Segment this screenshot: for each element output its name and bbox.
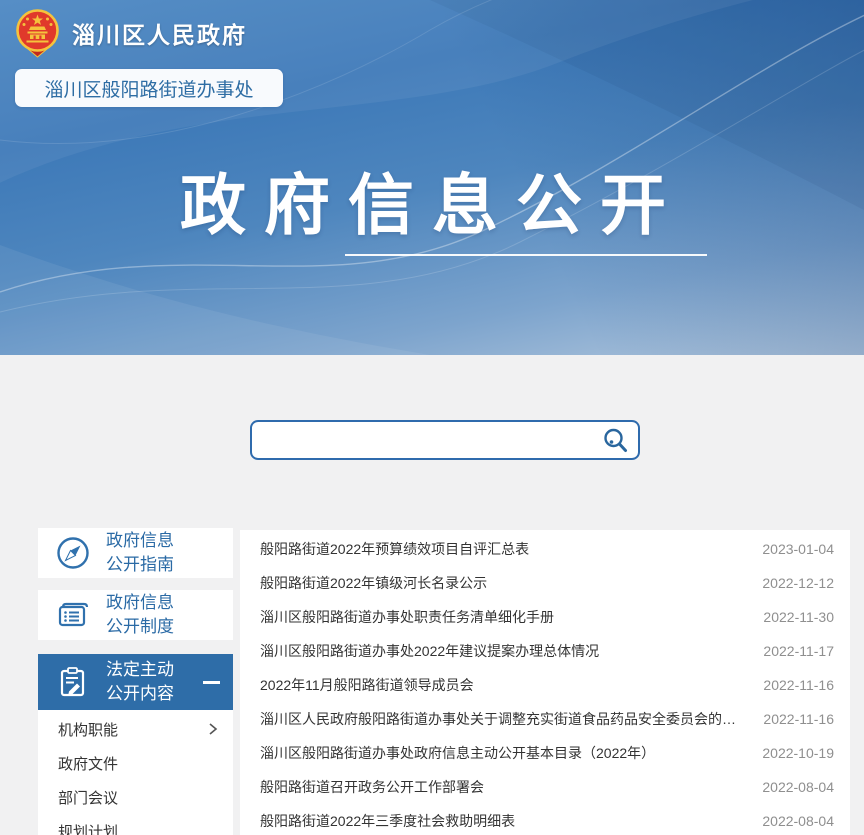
article-date: 2022-11-30 (763, 609, 834, 625)
sidebar-item-open-guide[interactable]: 政府信息 公开指南 (38, 528, 233, 578)
article-title: 般阳路街道召开政务公开工作部署会 (260, 777, 484, 797)
page-title: 政府信息公开 (0, 152, 864, 248)
article-date: 2023-01-04 (762, 541, 834, 557)
article-title: 般阳路街道2022年预算绩效项目自评汇总表 (260, 539, 529, 559)
sidebar: 政府信息 公开指南 政府信息 公开制度 (38, 528, 233, 835)
article-date: 2022-08-04 (762, 779, 834, 795)
list-item[interactable]: 般阳路街道2022年三季度社会救助明细表 2022-08-04 (240, 804, 850, 835)
submenu-item-org-functions[interactable]: 机构职能 (38, 712, 233, 746)
submenu-item-gov-documents[interactable]: 政府文件 (38, 746, 233, 780)
article-title: 淄川区般阳路街道办事处2022年建议提案办理总体情况 (260, 641, 599, 661)
title-underline (345, 254, 707, 256)
article-date: 2022-11-16 (763, 711, 834, 727)
clipboard-pen-icon (55, 664, 91, 700)
list-item[interactable]: 淄川区般阳路街道办事处政府信息主动公开基本目录（2022年） 2022-10-1… (240, 736, 850, 770)
article-title: 2022年11月般阳路街道领导成员会 (260, 675, 474, 695)
list-item[interactable]: 淄川区人民政府般阳路街道办事处关于调整充实街道食品药品安全委员会的通知 2022… (240, 702, 850, 736)
sidebar-gap (38, 640, 233, 654)
submenu-item-planning[interactable]: 规划计划 (38, 814, 233, 835)
office-button[interactable]: 淄川区般阳路街道办事处 (15, 69, 283, 107)
sidebar-item-label: 政府信息 公开指南 (106, 529, 174, 577)
article-title: 般阳路街道2022年三季度社会救助明细表 (260, 811, 515, 831)
article-date: 2022-12-12 (762, 575, 834, 591)
search-input[interactable] (252, 422, 592, 458)
search-icon (601, 426, 629, 454)
book-icon (55, 597, 91, 633)
list-item[interactable]: 淄川区般阳路街道办事处2022年建议提案办理总体情况 2022-11-17 (240, 634, 850, 668)
compass-icon (55, 535, 91, 571)
sidebar-item-open-system[interactable]: 政府信息 公开制度 (38, 590, 233, 640)
list-item[interactable]: 般阳路街道召开政务公开工作部署会 2022-08-04 (240, 770, 850, 804)
article-date: 2022-10-19 (762, 745, 834, 761)
article-date: 2022-08-04 (762, 813, 834, 829)
site-name: 淄川区人民政府 (72, 16, 247, 50)
article-title: 淄川区般阳路街道办事处政府信息主动公开基本目录（2022年） (260, 743, 655, 763)
article-title: 淄川区人民政府般阳路街道办事处关于调整充实街道食品药品安全委员会的通知 (260, 709, 749, 729)
list-item[interactable]: 淄川区般阳路街道办事处职责任务清单细化手册 2022-11-30 (240, 600, 850, 634)
article-title: 淄川区般阳路街道办事处职责任务清单细化手册 (260, 607, 554, 627)
sidebar-gap (38, 578, 233, 590)
office-button-label: 淄川区般阳路街道办事处 (44, 75, 253, 102)
collapse-minus-icon[interactable] (203, 681, 220, 684)
search-bar (250, 420, 640, 460)
sidebar-item-label: 法定主动 公开内容 (106, 658, 174, 706)
article-date: 2022-11-17 (763, 643, 834, 659)
article-list: 般阳路街道2022年预算绩效项目自评汇总表 2023-01-04 般阳路街道20… (240, 530, 850, 835)
submenu-item-dept-meetings[interactable]: 部门会议 (38, 780, 233, 814)
search-button[interactable] (592, 422, 638, 458)
list-item[interactable]: 般阳路街道2022年镇级河长名录公示 2022-12-12 (240, 566, 850, 600)
hero-banner: 淄川区人民政府 淄川区般阳路街道办事处 政府信息公开 (0, 0, 864, 355)
list-item[interactable]: 2022年11月般阳路街道领导成员会 2022-11-16 (240, 668, 850, 702)
sidebar-submenu: 机构职能 政府文件 部门会议 规划计划 (38, 710, 233, 835)
sidebar-item-label: 政府信息 公开制度 (106, 591, 174, 639)
sidebar-item-statutory-disclosure[interactable]: 法定主动 公开内容 (38, 654, 233, 710)
national-emblem-icon (14, 8, 61, 58)
article-title: 般阳路街道2022年镇级河长名录公示 (260, 573, 487, 593)
site-logo: 淄川区人民政府 (14, 8, 247, 58)
list-item[interactable]: 般阳路街道2022年预算绩效项目自评汇总表 2023-01-04 (240, 532, 850, 566)
chevron-right-icon (208, 721, 218, 737)
page-root: 淄川区人民政府 淄川区般阳路街道办事处 政府信息公开 政府信 (0, 0, 864, 835)
article-date: 2022-11-16 (763, 677, 834, 693)
